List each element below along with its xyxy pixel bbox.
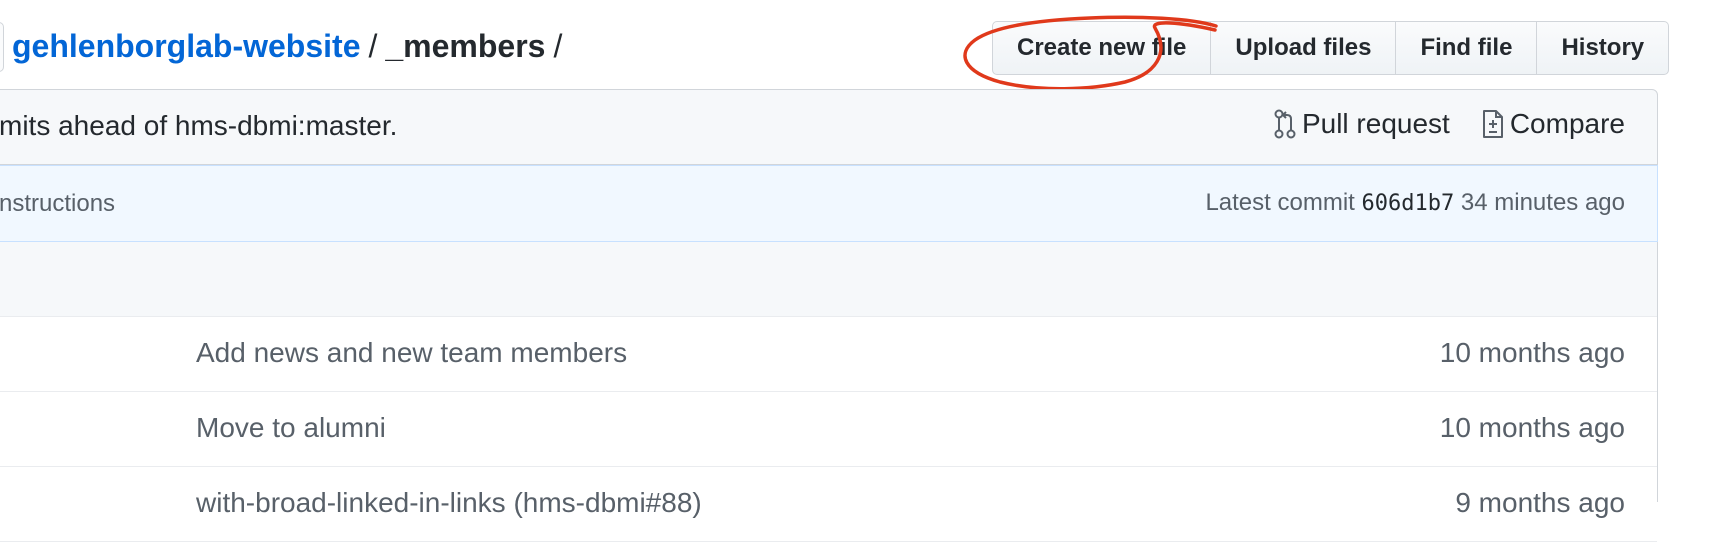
create-new-file-button[interactable]: Create new file xyxy=(992,21,1212,75)
breadcrumb-separator: / xyxy=(368,28,378,64)
file-commit-age: 10 months ago xyxy=(1439,337,1625,368)
file-commit-message[interactable]: Move to alumni xyxy=(196,412,386,444)
compare-label: Compare xyxy=(1509,108,1625,139)
fork-actions: Pull request Compare xyxy=(1274,108,1625,140)
file-row[interactable]: with-broad-linked-in-links (hms-dbmi#88)… xyxy=(0,467,1657,542)
pull-request-label: Pull request xyxy=(1301,108,1450,139)
latest-commit-bar: nstructions Latest commit 606d1b7 34 min… xyxy=(0,165,1658,242)
file-commit-message[interactable]: Add news and new team members xyxy=(196,337,627,369)
breadcrumb-trailing-separator: / xyxy=(553,28,563,64)
breadcrumb: gehlenborglab-website / _members / xyxy=(12,26,570,66)
latest-commit-prefix: Latest commit xyxy=(1205,189,1355,216)
upload-files-button[interactable]: Upload files xyxy=(1211,21,1397,75)
latest-commit-info: Latest commit 606d1b7 34 minutes ago xyxy=(1205,189,1625,217)
history-button[interactable]: History xyxy=(1537,21,1670,75)
latest-commit-age: 34 minutes ago xyxy=(1460,189,1625,216)
file-diff-icon xyxy=(1482,110,1503,138)
latest-commit-message[interactable]: nstructions xyxy=(0,190,115,218)
pull-request-link[interactable]: Pull request xyxy=(1274,108,1450,140)
file-commit-message[interactable]: with-broad-linked-in-links (hms-dbmi#88) xyxy=(196,487,702,519)
file-row[interactable]: Add news and new team members 10 months … xyxy=(0,317,1657,392)
file-row[interactable]: Move to alumni 10 months ago xyxy=(0,392,1657,467)
git-pull-request-icon xyxy=(1274,109,1296,139)
fork-status-text: mits ahead of hms-dbmi:master. xyxy=(0,110,398,141)
compare-link[interactable]: Compare xyxy=(1482,108,1625,140)
parent-directory-row[interactable] xyxy=(0,242,1657,317)
breadcrumb-current-dir: _members xyxy=(385,28,546,64)
find-file-button[interactable]: Find file xyxy=(1396,21,1538,75)
latest-commit-sha[interactable]: 606d1b7 xyxy=(1362,191,1455,216)
fork-status-bar: mits ahead of hms-dbmi:master. Pull requ… xyxy=(0,89,1658,165)
file-commit-age: 9 months ago xyxy=(1455,487,1625,518)
file-commit-age: 10 months ago xyxy=(1439,412,1625,443)
branch-selector-edge[interactable] xyxy=(0,22,4,72)
file-list: Add news and new team members 10 months … xyxy=(0,242,1658,542)
breadcrumb-repo-link[interactable]: gehlenborglab-website xyxy=(12,28,360,64)
file-actions-group: Create new file Upload files Find file H… xyxy=(992,21,1670,77)
